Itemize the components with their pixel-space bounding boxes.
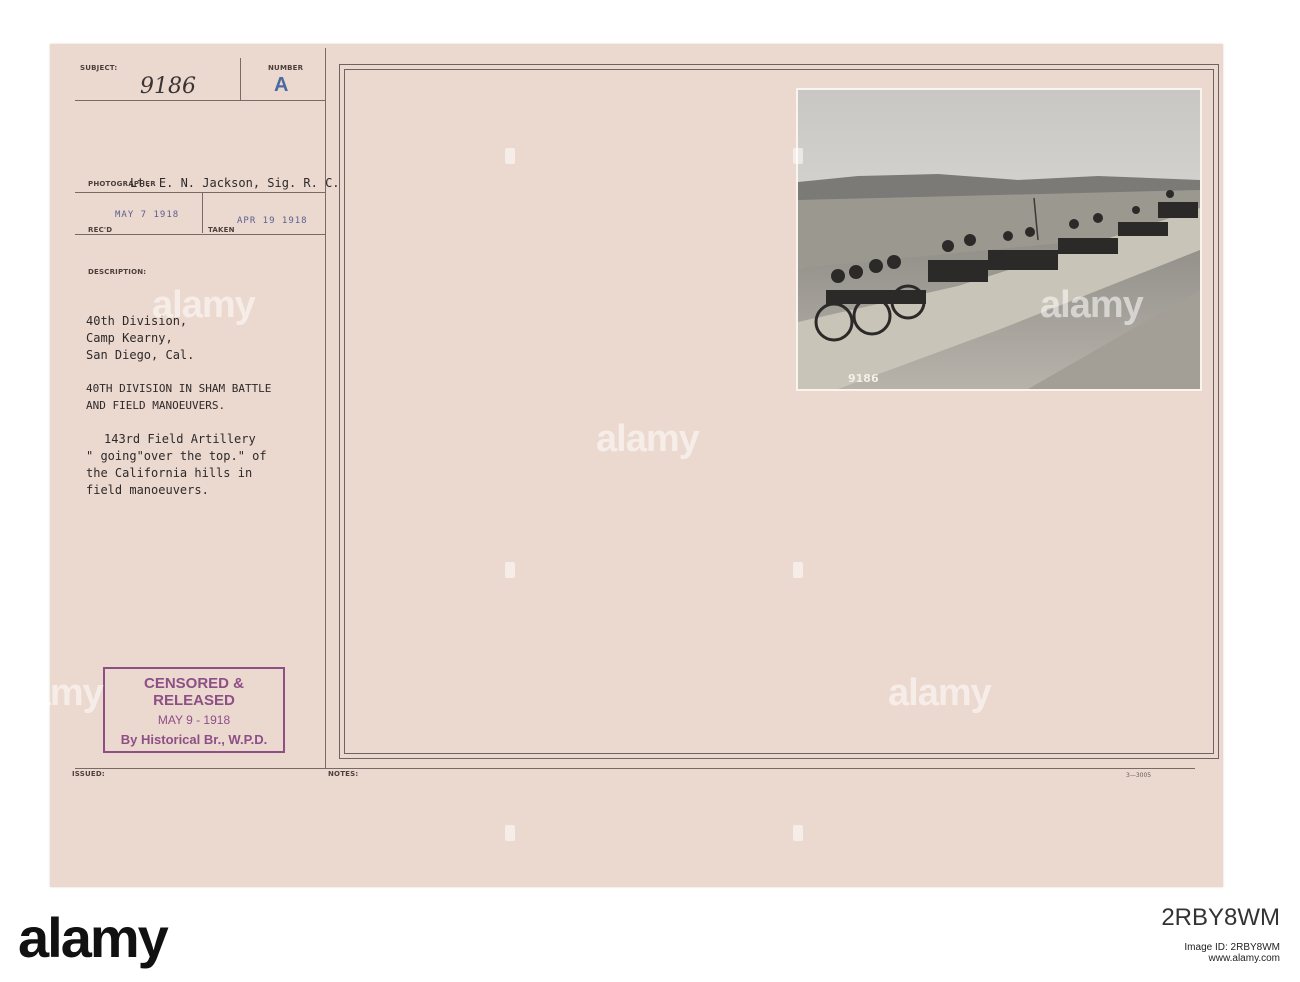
body-line-4: field manoeuvers.	[86, 483, 209, 497]
watermark-dot	[793, 562, 803, 578]
watermark-2: alamy	[1040, 284, 1144, 326]
photograph-image	[798, 90, 1200, 389]
body-line-3: the California hills in	[86, 466, 253, 480]
watermark-1: alamy	[152, 284, 256, 326]
date-divider	[202, 193, 203, 233]
watermark-dot	[793, 825, 803, 841]
subject-underline	[75, 100, 325, 101]
subject-label: SUBJECT:	[80, 64, 118, 72]
location-line-2: Camp Kearny,	[86, 331, 173, 345]
watermark-dot	[505, 825, 515, 841]
watermark-5: alamy	[888, 672, 992, 714]
censored-released-stamp: CENSORED & RELEASED MAY 9 - 1918 By Hist…	[103, 667, 285, 753]
alamy-logo: alamy	[18, 906, 169, 969]
bottom-rule	[75, 768, 1195, 769]
stamp-line-3: By Historical Br., W.P.D.	[120, 732, 268, 747]
number-value: A	[274, 74, 289, 96]
body-line-1: 143rd Field Artillery	[104, 432, 256, 446]
footer-meta: Image ID: 2RBY8WM www.alamy.com	[1184, 942, 1280, 964]
heading-line-1: 40TH DIVISION IN SHAM BATTLE	[86, 382, 272, 395]
watermark-dot	[793, 148, 803, 164]
location-line-3: San Diego, Cal.	[86, 348, 195, 362]
stock-footer	[0, 889, 1300, 982]
watermark-dot	[505, 562, 515, 578]
image-id: 2RBY8WM	[1161, 904, 1280, 931]
number-label: NUMBER	[268, 64, 304, 72]
photographer-name: Lt. E. N. Jackson, Sig. R. C.	[130, 176, 340, 190]
left-column-right-border	[325, 48, 326, 768]
recd-label: REC'D	[88, 226, 113, 234]
form-number: 3—3005	[1126, 772, 1152, 779]
issued-label: ISSUED:	[72, 770, 105, 778]
stamp-line-2: MAY 9 - 1918	[157, 713, 231, 727]
heading-line-2: AND FIELD MANOEUVERS.	[86, 399, 226, 412]
watermark-dot	[505, 148, 515, 164]
taken-date: APR 19 1918	[237, 216, 308, 226]
description-label: DESCRIPTION:	[88, 268, 147, 276]
subject-number: 9186	[140, 74, 196, 99]
photographer-underline	[75, 192, 325, 193]
stamp-line-1: CENSORED & RELEASED	[143, 675, 244, 709]
dates-underline	[75, 234, 325, 235]
artillery-photograph	[796, 88, 1202, 391]
notes-label: NOTES:	[328, 770, 359, 778]
watermark-4: alamy	[0, 672, 104, 714]
photo-caption: 9186	[848, 372, 879, 385]
taken-label: TAKEN	[208, 226, 235, 234]
recd-date: MAY 7 1918	[115, 210, 180, 220]
subject-number-divider	[240, 58, 241, 100]
body-line-2: " going"over the top." of	[86, 449, 267, 463]
watermark-3: alamy	[596, 418, 700, 460]
